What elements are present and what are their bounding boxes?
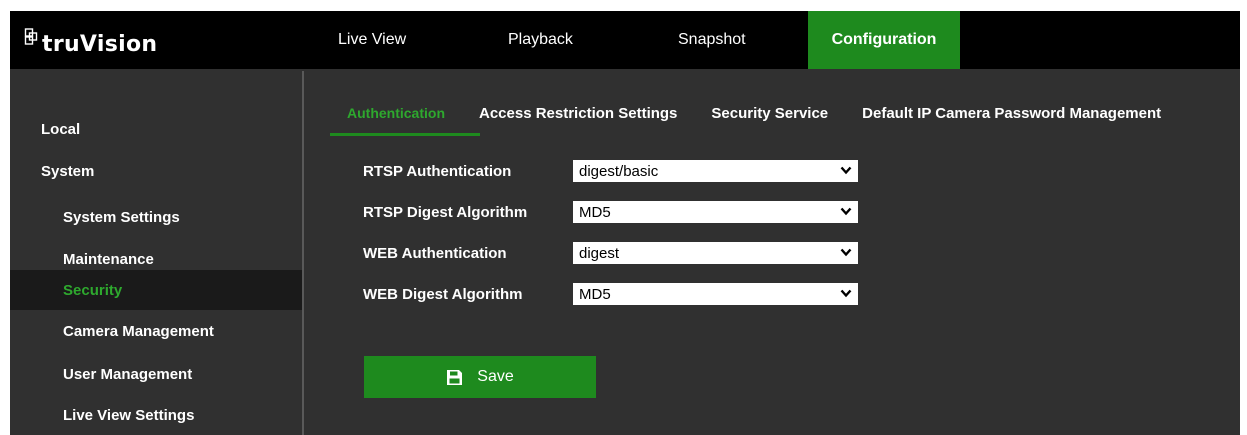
top-navigation-bar: truVision Live View Playback Snapshot Co…	[10, 11, 1240, 69]
sidebar-item-label: Maintenance	[63, 250, 154, 268]
nav-live-view[interactable]: Live View	[310, 11, 470, 69]
active-tab-underline	[330, 133, 480, 136]
tab-security-service-label: Security Service	[711, 104, 829, 122]
sidebar-item-label: Local	[41, 120, 81, 138]
rtsp-digest-algorithm-value: MD5	[579, 203, 611, 221]
web-authentication-label: WEB Authentication	[363, 244, 507, 262]
nav-snapshot-label: Snapshot	[678, 31, 746, 48]
tab-access-restriction-label: Access Restriction Settings	[479, 104, 678, 122]
sidebar-item-label: User Management	[63, 365, 193, 383]
form-row-rtsp-digest-algorithm: RTSP Digest Algorithm MD5	[363, 200, 858, 224]
web-authentication-select[interactable]: digest	[573, 242, 858, 264]
chevron-down-icon	[840, 207, 852, 216]
sidebar-item-camera-management[interactable]: Camera Management	[10, 311, 302, 351]
sidebar-item-system-settings[interactable]: System Settings	[10, 197, 302, 237]
tab-authentication[interactable]: Authentication	[330, 97, 462, 129]
chevron-down-icon	[840, 248, 852, 257]
form-row-web-digest-algorithm: WEB Digest Algorithm MD5	[363, 282, 858, 306]
sidebar-item-label: System	[41, 162, 95, 180]
sidebar-item-security[interactable]: Security	[10, 270, 302, 310]
tab-access-restriction-settings[interactable]: Access Restriction Settings	[462, 97, 694, 129]
sidebar-item-label: Camera Management	[63, 322, 214, 340]
web-digest-algorithm-select[interactable]: MD5	[573, 283, 858, 305]
form-row-web-authentication: WEB Authentication digest	[363, 241, 858, 265]
chevron-down-icon	[840, 289, 852, 298]
security-tabs: Authentication Access Restriction Settin…	[330, 97, 1178, 133]
sidebar-item-user-management[interactable]: User Management	[10, 354, 302, 394]
web-authentication-value: digest	[579, 244, 620, 262]
nav-playback-label: Playback	[508, 31, 573, 48]
rtsp-authentication-label: RTSP Authentication	[363, 162, 512, 180]
rtsp-digest-algorithm-select[interactable]: MD5	[573, 201, 858, 223]
rtsp-authentication-select[interactable]: digest/basic	[573, 160, 858, 182]
sidebar-item-label: Live View Settings	[63, 406, 195, 424]
security-content-panel: Authentication Access Restriction Settin…	[304, 69, 1240, 435]
main-nav: Live View Playback Snapshot Configuratio…	[310, 11, 960, 69]
rtsp-authentication-value: digest/basic	[579, 162, 659, 180]
truvision-logo-icon	[24, 25, 40, 55]
nav-configuration-label: Configuration	[831, 31, 937, 48]
brand-name: truVision	[42, 31, 158, 57]
sidebar-item-live-view-settings[interactable]: Live View Settings	[10, 395, 302, 435]
nav-configuration[interactable]: Configuration	[808, 11, 960, 69]
floppy-disk-icon	[446, 369, 463, 386]
tab-default-ip-camera-password[interactable]: Default IP Camera Password Management	[845, 97, 1178, 129]
sidebar-item-label: Security	[63, 281, 123, 299]
brand-logo: truVision	[24, 17, 157, 63]
sidebar-item-system[interactable]: System	[10, 151, 302, 191]
tab-security-service[interactable]: Security Service	[694, 97, 845, 129]
web-digest-algorithm-value: MD5	[579, 285, 611, 303]
app-window: truVision Live View Playback Snapshot Co…	[10, 11, 1240, 435]
form-row-rtsp-authentication: RTSP Authentication digest/basic	[363, 159, 858, 183]
rtsp-digest-algorithm-label: RTSP Digest Algorithm	[363, 203, 528, 221]
sidebar-item-local[interactable]: Local	[10, 109, 302, 149]
tab-default-ip-camera-password-label: Default IP Camera Password Management	[862, 104, 1162, 122]
web-digest-algorithm-label: WEB Digest Algorithm	[363, 285, 523, 303]
config-sidebar: Local System System Settings Maintenance…	[10, 69, 302, 435]
tab-authentication-label: Authentication	[347, 105, 445, 121]
nav-live-view-label: Live View	[338, 31, 407, 48]
nav-playback[interactable]: Playback	[470, 11, 640, 69]
chevron-down-icon	[840, 166, 852, 175]
nav-snapshot[interactable]: Snapshot	[640, 11, 808, 69]
save-button[interactable]: Save	[364, 356, 596, 398]
sidebar-item-label: System Settings	[63, 208, 180, 226]
save-button-label: Save	[477, 368, 514, 385]
